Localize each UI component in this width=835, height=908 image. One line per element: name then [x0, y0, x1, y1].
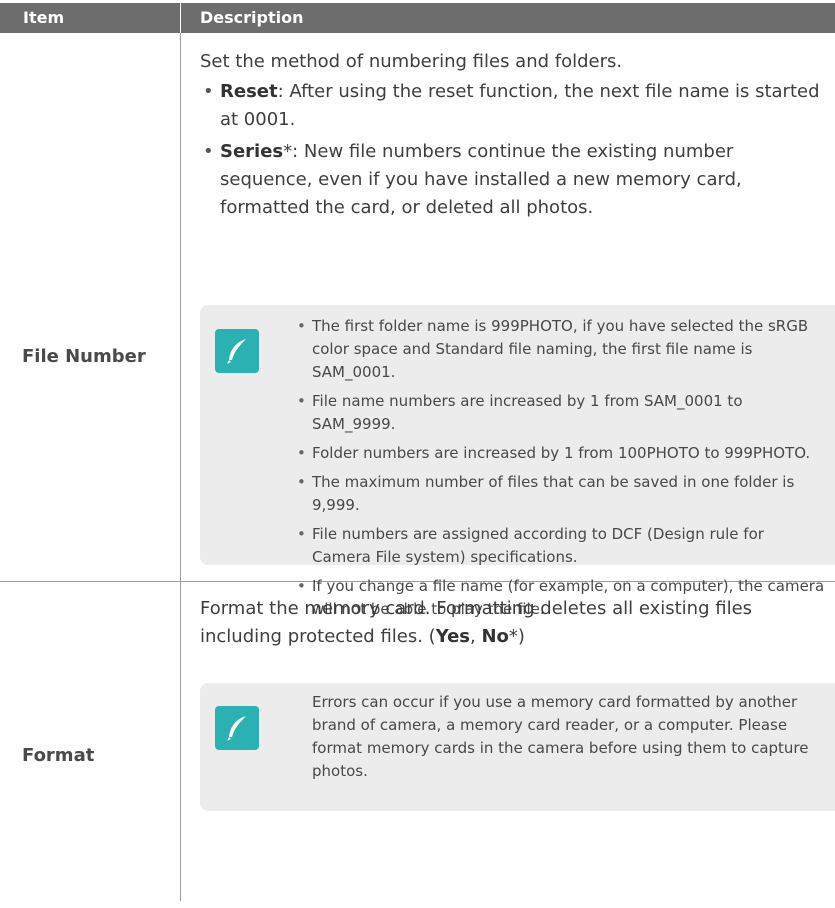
header-divider — [180, 3, 181, 33]
note-item: The maximum number of files that can be … — [295, 471, 825, 517]
format-note-text: Errors can occur if you use a memory car… — [312, 693, 809, 780]
file-number-intro: Set the method of numbering files and fo… — [200, 51, 623, 72]
note-item: File numbers are assigned according to D… — [295, 523, 825, 569]
file-number-description: Set the method of numbering files and fo… — [200, 48, 830, 226]
note-item: The first folder name is 999PHOTO, if yo… — [295, 315, 825, 384]
header-item: Item — [23, 8, 65, 27]
table-header: Item Description — [0, 3, 835, 33]
file-number-options: Reset: After using the reset function, t… — [200, 78, 830, 222]
format-description: Format the memory card. Formatting delet… — [200, 595, 830, 651]
item-format: Format — [22, 745, 95, 766]
format-comma: , — [470, 626, 482, 647]
format-no: No — [481, 626, 509, 647]
column-divider — [180, 33, 181, 901]
format-note-box: Errors can occur if you use a memory car… — [200, 683, 835, 811]
pen-note-icon — [215, 329, 259, 373]
option-series: Series*: New file numbers continue the e… — [200, 138, 830, 222]
file-number-notes: The first folder name is 999PHOTO, if yo… — [295, 315, 825, 627]
pen-note-icon — [215, 706, 259, 750]
format-yes: Yes — [435, 626, 471, 647]
note-item: Folder numbers are increased by 1 from 1… — [295, 442, 825, 465]
format-intro: Format the memory card. Formatting delet… — [200, 595, 830, 651]
format-close: ) — [517, 626, 525, 647]
default-mark: * — [508, 626, 518, 647]
note-item: File name numbers are increased by 1 fro… — [295, 390, 825, 436]
item-file-number: File Number — [22, 346, 146, 367]
header-description: Description — [200, 8, 304, 27]
option-reset: Reset: After using the reset function, t… — [200, 78, 830, 134]
default-mark: * — [283, 141, 293, 162]
option-reset-text: : After using the reset function, the ne… — [220, 81, 820, 130]
file-number-note-box: The first folder name is 999PHOTO, if yo… — [200, 305, 835, 618]
option-series-name: Series — [220, 141, 284, 162]
option-series-text: : New file numbers continue the existing… — [220, 141, 742, 218]
option-reset-name: Reset — [220, 81, 278, 102]
